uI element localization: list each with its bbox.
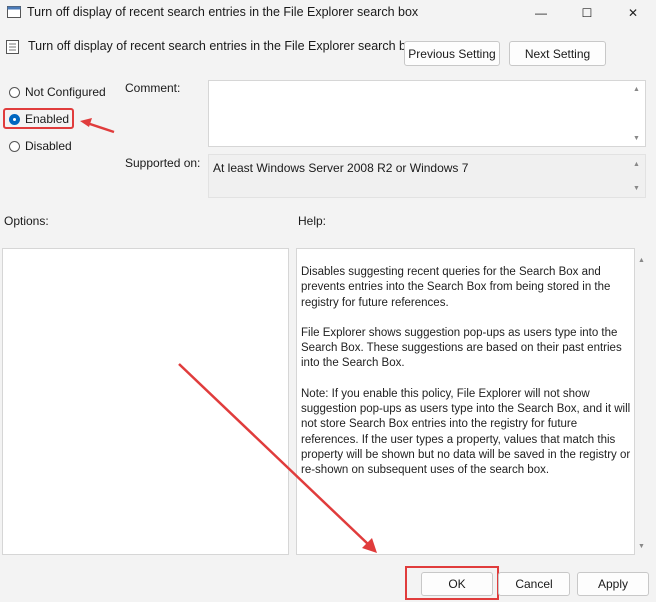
window-title: Turn off display of recent search entrie…: [27, 5, 419, 19]
radio-disabled[interactable]: Disabled: [9, 139, 72, 153]
enabled-highlight-box: [3, 108, 74, 129]
help-paragraph: Note: If you enable this policy, File Ex…: [301, 387, 631, 477]
radio-not-configured[interactable]: Not Configured: [9, 85, 106, 99]
scroll-up-icon[interactable]: ▲: [638, 257, 645, 264]
help-paragraph: Disables suggesting recent queries for t…: [301, 266, 611, 309]
scroll-down-icon[interactable]: ▼: [638, 543, 645, 550]
supported-on-value: At least Windows Server 2008 R2 or Windo…: [213, 161, 469, 175]
next-setting-button[interactable]: Next Setting: [509, 41, 606, 66]
radio-circle-icon[interactable]: [9, 86, 20, 98]
help-label: Help:: [298, 214, 327, 228]
scroll-down-icon[interactable]: ▼: [633, 135, 640, 142]
help-paragraph: File Explorer shows suggestion pop-ups a…: [301, 326, 622, 370]
options-label: Options:: [4, 214, 49, 228]
radio-label: Disabled: [25, 139, 72, 153]
comment-label: Comment:: [125, 81, 181, 95]
options-pane: [2, 248, 289, 555]
scroll-up-icon[interactable]: ▲: [633, 161, 640, 168]
arrow-to-enabled-icon: [80, 118, 115, 134]
close-icon[interactable]: ✕: [610, 0, 656, 26]
previous-setting-button[interactable]: Previous Setting: [404, 41, 500, 66]
radio-circle-icon[interactable]: [9, 140, 20, 152]
maximize-icon[interactable]: ☐: [564, 0, 610, 26]
comment-textarea[interactable]: [208, 80, 646, 147]
supported-on-label: Supported on:: [125, 156, 201, 170]
apply-button[interactable]: Apply: [577, 572, 649, 596]
cancel-button[interactable]: Cancel: [498, 572, 570, 596]
scroll-down-icon[interactable]: ▼: [633, 185, 640, 192]
policy-window-icon: [7, 6, 21, 18]
policy-setting-icon: [6, 40, 19, 54]
policy-title: Turn off display of recent search entrie…: [28, 39, 420, 53]
radio-label: Not Configured: [25, 85, 106, 99]
minimize-icon[interactable]: —: [518, 0, 564, 26]
help-text: Disables suggesting recent queries for t…: [301, 265, 633, 494]
ok-highlight-box: [405, 566, 499, 600]
scroll-up-icon[interactable]: ▲: [633, 86, 640, 93]
